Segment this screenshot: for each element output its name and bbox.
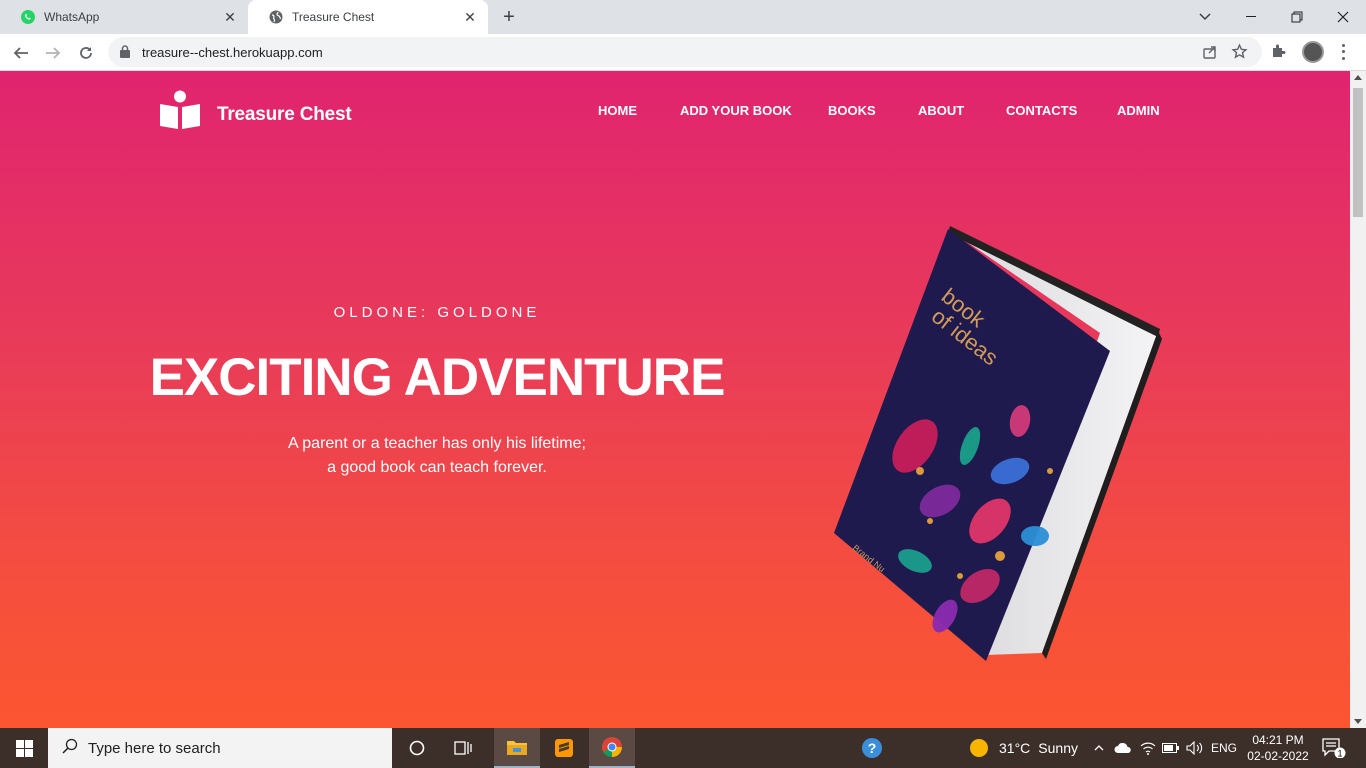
taskbar-search-box[interactable]: Type here to search (48, 728, 392, 768)
chrome-icon[interactable] (589, 728, 635, 768)
share-icon[interactable] (1202, 44, 1218, 65)
task-view-icon[interactable] (440, 728, 486, 768)
tab-label: Treasure Chest (292, 10, 375, 24)
sublime-text-icon[interactable] (541, 728, 587, 768)
address-bar[interactable]: treasure--chest.herokuapp.com (108, 37, 1262, 67)
new-tab-button[interactable]: + (498, 6, 520, 28)
nav-admin[interactable]: ADMIN (1117, 103, 1160, 118)
book-illustration: book of ideas Brand Nu (834, 226, 1162, 661)
scroll-thumb[interactable] (1353, 88, 1363, 217)
url-text[interactable]: treasure--chest.herokuapp.com (142, 45, 323, 60)
cortana-icon[interactable] (394, 728, 440, 768)
nav-contacts[interactable]: CONTACTS (1006, 103, 1077, 118)
nav-add-your-book[interactable]: ADD YOUR BOOK (680, 103, 792, 118)
help-icon[interactable]: ? (849, 728, 895, 768)
weather-temp: 31°C (999, 740, 1031, 756)
tab-treasure-chest[interactable]: Treasure Chest ✕ (248, 0, 488, 34)
tab-label: WhatsApp (44, 10, 100, 24)
show-hidden-icons-chevron-icon[interactable] (1090, 728, 1108, 768)
profile-avatar[interactable] (1302, 41, 1324, 63)
restore-button[interactable] (1274, 0, 1320, 34)
close-tab-icon[interactable]: ✕ (462, 9, 478, 25)
whatsapp-icon (20, 9, 36, 25)
search-icon (62, 738, 78, 759)
close-tab-icon[interactable]: ✕ (222, 9, 238, 25)
globe-icon (268, 9, 284, 25)
forward-button[interactable] (40, 40, 66, 66)
brand-name: Treasure Chest (217, 104, 352, 125)
hero-section: Treasure Chest HOME ADD YOUR BOOK BOOKS … (0, 71, 1350, 728)
nav-home[interactable]: HOME (598, 103, 637, 118)
action-center-icon[interactable]: 1 (1322, 738, 1346, 763)
onedrive-cloud-icon[interactable] (1112, 728, 1134, 768)
extensions-puzzle-icon[interactable] (1271, 43, 1287, 64)
search-placeholder: Type here to search (88, 739, 221, 757)
system-clock[interactable]: 04:21 PM 02-02-2022 (1240, 732, 1316, 764)
tagline-line-1: A parent or a teacher has only his lifet… (288, 435, 586, 452)
open-book-logo-icon (160, 90, 200, 129)
minimize-button[interactable] (1228, 0, 1274, 34)
close-window-button[interactable] (1320, 0, 1366, 34)
windows-start-button[interactable] (0, 728, 48, 768)
page-scrollbar[interactable] (1350, 71, 1366, 728)
scroll-down-arrow-icon[interactable] (1354, 719, 1362, 724)
reload-button[interactable] (73, 40, 99, 66)
svg-text:?: ? (868, 740, 877, 756)
scroll-up-arrow-icon[interactable] (1354, 75, 1362, 80)
bookmark-star-icon[interactable] (1231, 43, 1248, 65)
wifi-icon[interactable] (1138, 728, 1158, 768)
volume-icon[interactable] (1184, 728, 1206, 768)
hero-eyebrow: OLDONE: GOLDONE (333, 304, 541, 321)
lock-icon[interactable] (120, 45, 130, 63)
tab-whatsapp[interactable]: WhatsApp ✕ (0, 0, 248, 34)
browser-tab-strip: WhatsApp ✕ Treasure Chest ✕ + (0, 0, 1366, 34)
back-button[interactable] (8, 40, 34, 66)
file-explorer-icon[interactable] (494, 728, 540, 768)
tagline-line-2: a good book can teach forever. (327, 459, 547, 476)
browser-menu-icon[interactable] (1338, 42, 1348, 62)
windows-taskbar: Type here to search ? 31°C Sunny ENG 04:… (0, 728, 1366, 768)
nav-books[interactable]: BOOKS (828, 103, 876, 118)
clock-time: 04:21 PM (1252, 733, 1304, 747)
sun-icon (970, 739, 988, 757)
hero-tagline: A parent or a teacher has only his lifet… (187, 432, 687, 480)
weather-condition: Sunny (1038, 740, 1078, 756)
clock-date: 02-02-2022 (1247, 749, 1309, 763)
notification-count: 1 (1337, 749, 1342, 759)
battery-icon[interactable] (1161, 728, 1181, 768)
browser-toolbar: treasure--chest.herokuapp.com (0, 34, 1366, 71)
nav-about[interactable]: ABOUT (918, 103, 964, 118)
site-logo[interactable]: Treasure Chest (159, 90, 352, 132)
tab-search-icon[interactable] (1182, 0, 1228, 34)
input-language[interactable]: ENG (1208, 728, 1240, 768)
hero-headline: EXCITING ADVENTURE (149, 348, 726, 407)
weather-widget[interactable]: 31°C Sunny (968, 728, 1078, 768)
